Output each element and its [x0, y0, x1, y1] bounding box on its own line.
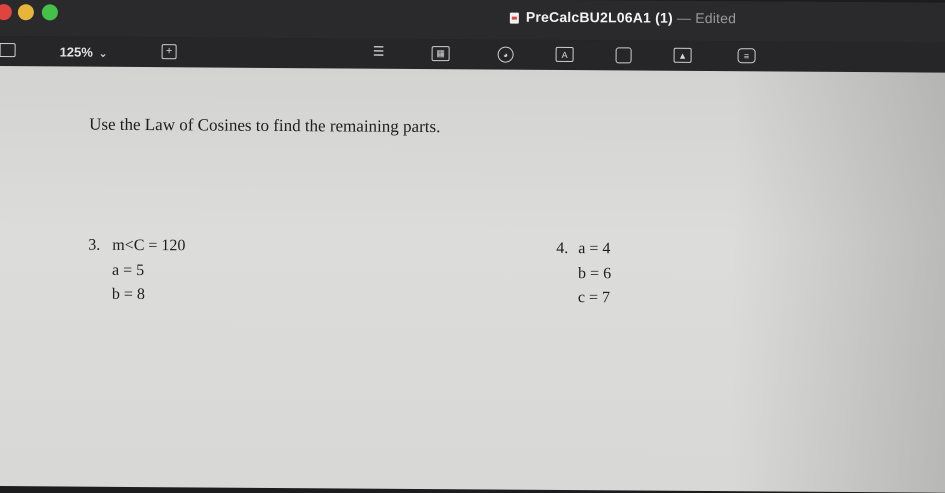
problem-line: a = 5: [112, 261, 145, 280]
pages-window: PreCalcBU2L06A1 (1) — Edited 125% ⌄ + ☰ ▦…: [0, 0, 945, 493]
problem-line: b = 8: [111, 285, 146, 304]
minimize-window-button[interactable]: [17, 4, 34, 21]
problem-number: 4.: [556, 239, 569, 258]
problem-line: c = 7: [577, 289, 611, 307]
zoom-menu[interactable]: 125% ⌄: [60, 44, 108, 59]
instruction-text: Use the Law of Cosines to find the remai…: [89, 114, 441, 137]
close-window-button[interactable]: [0, 4, 12, 21]
title-separator: —: [676, 9, 692, 26]
document-name: PreCalcBU2L06A1 (1): [525, 8, 673, 26]
problem-line: b = 6: [578, 265, 612, 283]
edited-status: Edited: [695, 9, 737, 27]
shape-icon[interactable]: A: [555, 46, 574, 63]
problem-line: m<C = 120: [112, 236, 186, 255]
maximize-window-button[interactable]: [41, 4, 58, 21]
zoom-chevron-icon: ⌄: [98, 48, 108, 60]
chart-icon[interactable]: ◕: [497, 46, 514, 63]
document-icon: [509, 12, 519, 24]
document-page[interactable]: Use the Law of Cosines to find the remai…: [0, 65, 945, 493]
comment-icon[interactable]: ≡: [737, 48, 756, 64]
insert-icon[interactable]: +: [161, 44, 177, 60]
media-icon[interactable]: [615, 47, 632, 64]
zoom-value: 125%: [59, 44, 93, 60]
problem-line: a = 4: [578, 240, 611, 258]
text-icon[interactable]: ☰: [372, 44, 386, 60]
image-icon[interactable]: ▲: [673, 47, 692, 63]
window-title: PreCalcBU2L06A1 (1) — Edited: [526, 9, 736, 26]
problem-number: 3.: [88, 236, 101, 254]
table-icon[interactable]: ▦: [431, 46, 450, 62]
sidebar-icon[interactable]: [0, 42, 16, 58]
